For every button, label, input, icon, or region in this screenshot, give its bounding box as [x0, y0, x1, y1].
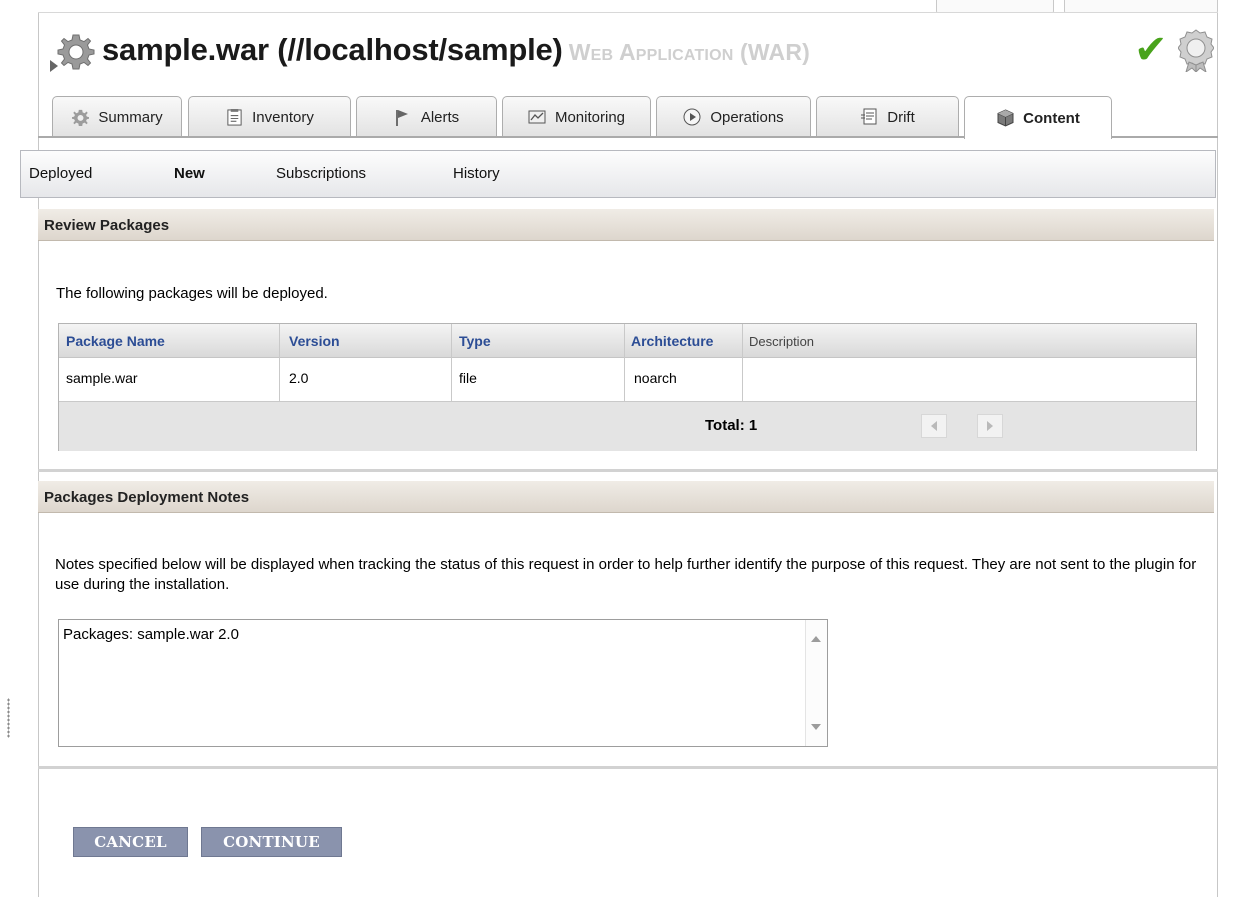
panel-splitter-handle[interactable] — [7, 698, 10, 738]
drift-icon — [860, 108, 878, 126]
page-title: sample.war (//localhost/sample) Web Appli… — [102, 32, 810, 68]
cell-package-name: sample.war — [66, 370, 138, 386]
column-divider — [624, 324, 625, 401]
cancel-button[interactable]: CANCEL — [73, 827, 188, 857]
column-header-architecture[interactable]: Architecture — [631, 333, 713, 349]
flag-icon — [394, 108, 412, 126]
column-divider — [279, 324, 280, 401]
cell-architecture: noarch — [634, 370, 677, 386]
tab-alerts[interactable]: Alerts — [356, 96, 497, 137]
section-divider — [38, 469, 1218, 472]
table-header — [59, 324, 1196, 358]
content-subtabs: Deployed New Subscriptions History — [20, 150, 1216, 198]
review-packages-header: Review Packages — [38, 209, 1214, 241]
resource-type-label: Web Application (WAR) — [568, 39, 811, 65]
previous-page-button[interactable] — [921, 414, 947, 438]
review-intro-text: The following packages will be deployed. — [56, 285, 328, 302]
column-header-type[interactable]: Type — [459, 333, 491, 349]
tab-label: Operations — [710, 108, 784, 126]
tab-inventory[interactable]: Inventory — [188, 96, 351, 137]
subtab-new[interactable]: New — [174, 165, 205, 182]
tab-operations[interactable]: Operations — [656, 96, 811, 137]
table-footer: Total: 1 — [59, 402, 1196, 451]
resource-gear-icon — [57, 34, 95, 70]
cell-version: 2.0 — [289, 370, 309, 386]
tab-summary[interactable]: Summary — [52, 96, 182, 137]
tab-drift[interactable]: Drift — [816, 96, 959, 137]
column-divider — [451, 324, 452, 401]
tab-label: Monitoring — [554, 108, 626, 126]
deployment-notes-description: Notes specified below will be displayed … — [55, 556, 1197, 593]
deployment-notes-value[interactable]: Packages: sample.war 2.0 — [63, 626, 239, 643]
continue-button[interactable]: CONTINUE — [201, 827, 342, 857]
inventory-icon — [225, 108, 243, 126]
deployment-notes-header: Packages Deployment Notes — [38, 481, 1214, 513]
box-icon — [996, 109, 1014, 127]
column-header-version[interactable]: Version — [289, 333, 340, 349]
tab-label: Inventory — [252, 108, 314, 126]
top-border — [38, 12, 1218, 13]
tab-label: Drift — [887, 108, 915, 126]
tab-content[interactable]: Content — [964, 96, 1112, 139]
gear-icon — [71, 108, 89, 126]
arrow-left-icon — [931, 421, 937, 431]
column-header-package-name[interactable]: Package Name — [66, 333, 165, 349]
monitor-icon — [528, 108, 546, 126]
next-page-button[interactable] — [977, 414, 1003, 438]
scroll-up-icon[interactable] — [811, 636, 821, 642]
packages-table: Package Name Version Type Architecture D… — [58, 323, 1197, 451]
resource-tabs: Summary Inventory Alerts Monitoring Oper… — [52, 96, 1112, 139]
resource-title-bar: sample.war (//localhost/sample) Web Appli… — [50, 20, 1220, 92]
tab-monitoring[interactable]: Monitoring — [502, 96, 651, 137]
resource-name: sample.war (//localhost/sample) — [102, 32, 563, 67]
subtab-subscriptions[interactable]: Subscriptions — [276, 165, 366, 182]
play-icon — [683, 108, 701, 126]
column-header-description[interactable]: Description — [749, 334, 814, 349]
tab-label: Content — [1023, 109, 1080, 127]
column-divider — [742, 324, 743, 401]
subtab-deployed[interactable]: Deployed — [29, 165, 92, 182]
badge-icon[interactable] — [1178, 28, 1214, 72]
subtab-history[interactable]: History — [453, 165, 500, 182]
notes-scrollbar[interactable] — [805, 620, 827, 746]
scroll-down-icon[interactable] — [811, 724, 821, 730]
cell-type: file — [459, 370, 477, 386]
deployment-notes-textarea[interactable]: Packages: sample.war 2.0 — [58, 619, 828, 747]
check-icon: ✔ — [1134, 27, 1168, 73]
tab-label: Alerts — [420, 108, 460, 126]
total-count: Total: 1 — [705, 417, 758, 434]
content-frame — [38, 12, 1218, 897]
arrow-right-icon — [987, 421, 993, 431]
section-divider — [38, 766, 1218, 769]
tab-label: Summary — [98, 108, 163, 126]
